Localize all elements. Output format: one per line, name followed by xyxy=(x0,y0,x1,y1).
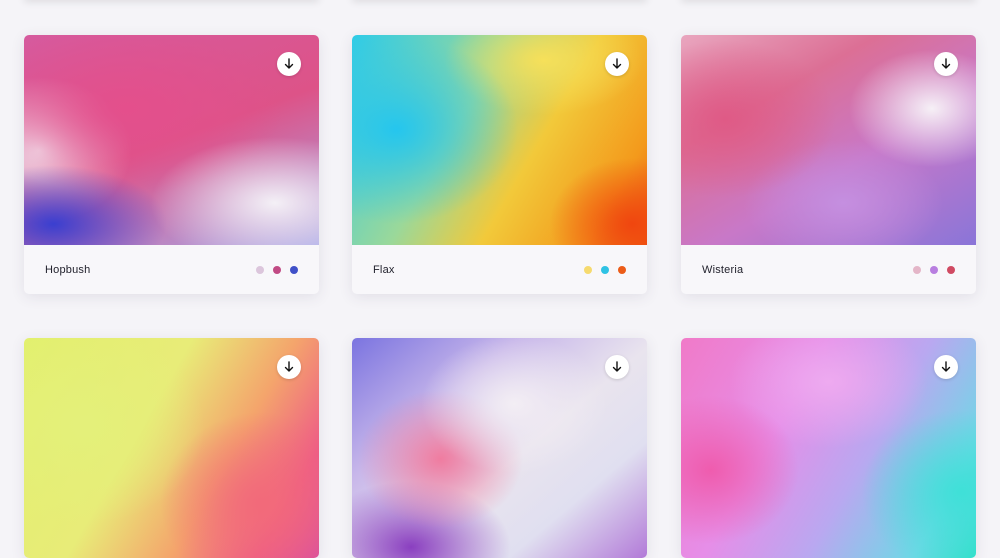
card-footer: Wisteria xyxy=(681,245,976,294)
color-swatches xyxy=(584,265,626,274)
color-swatch[interactable] xyxy=(601,265,609,274)
color-swatch[interactable] xyxy=(256,265,264,274)
gradient-preview xyxy=(681,338,976,558)
gradient-card-wisteria[interactable]: Wisteria xyxy=(681,35,976,294)
arrow-down-icon xyxy=(612,361,622,372)
gradient-preview xyxy=(352,35,647,245)
download-button[interactable] xyxy=(934,52,958,76)
card-footer: Flax xyxy=(352,245,647,294)
download-button[interactable] xyxy=(934,355,958,379)
arrow-down-icon xyxy=(612,58,622,69)
download-button[interactable] xyxy=(277,52,301,76)
gradient-card[interactable] xyxy=(352,338,647,558)
color-swatch[interactable] xyxy=(584,265,592,274)
gradient-name: Wisteria xyxy=(702,263,744,276)
gradient-image xyxy=(24,35,319,245)
arrow-down-icon xyxy=(284,58,294,69)
gradient-card[interactable] xyxy=(24,338,319,558)
gradient-image xyxy=(681,35,976,245)
gradient-image xyxy=(681,338,976,558)
color-swatch[interactable] xyxy=(930,265,938,274)
gradient-image xyxy=(352,35,647,245)
gradient-preview xyxy=(24,35,319,245)
download-button[interactable] xyxy=(277,355,301,379)
color-swatch[interactable] xyxy=(618,265,626,274)
card-footer: Hopbush xyxy=(24,245,319,294)
color-swatch[interactable] xyxy=(273,265,281,274)
color-swatch[interactable] xyxy=(290,265,298,274)
download-button[interactable] xyxy=(605,52,629,76)
color-swatches xyxy=(913,265,955,274)
gradient-preview xyxy=(681,35,976,245)
color-swatch[interactable] xyxy=(947,265,955,274)
gradient-image xyxy=(24,338,319,558)
gradient-preview xyxy=(352,338,647,558)
arrow-down-icon xyxy=(284,361,294,372)
download-button[interactable] xyxy=(605,355,629,379)
gradient-card-hopbush[interactable]: Hopbush xyxy=(24,35,319,294)
arrow-down-icon xyxy=(941,361,951,372)
gradient-name: Flax xyxy=(373,263,395,276)
arrow-down-icon xyxy=(941,58,951,69)
color-swatches xyxy=(256,265,298,274)
gradient-image xyxy=(352,338,647,558)
color-swatch[interactable] xyxy=(913,265,921,274)
gradient-card[interactable] xyxy=(681,338,976,558)
gradient-card-flax[interactable]: Flax xyxy=(352,35,647,294)
gradient-name: Hopbush xyxy=(45,263,91,276)
gradient-preview xyxy=(24,338,319,558)
